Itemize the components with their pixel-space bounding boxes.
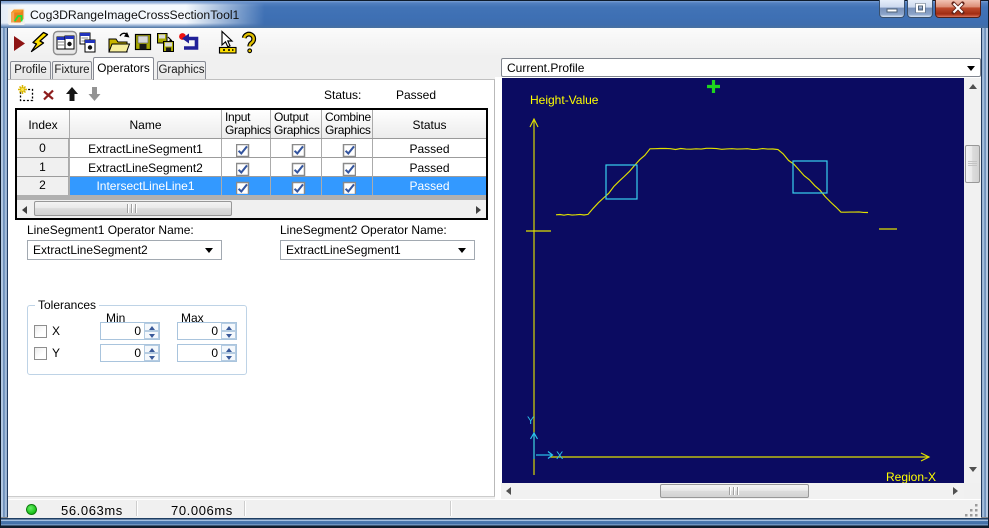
svg-text:Y: Y — [527, 415, 535, 427]
svg-text:Region-X: Region-X — [886, 470, 936, 483]
svg-text:X: X — [556, 450, 564, 462]
svg-text:Height-Value: Height-Value — [530, 93, 599, 107]
